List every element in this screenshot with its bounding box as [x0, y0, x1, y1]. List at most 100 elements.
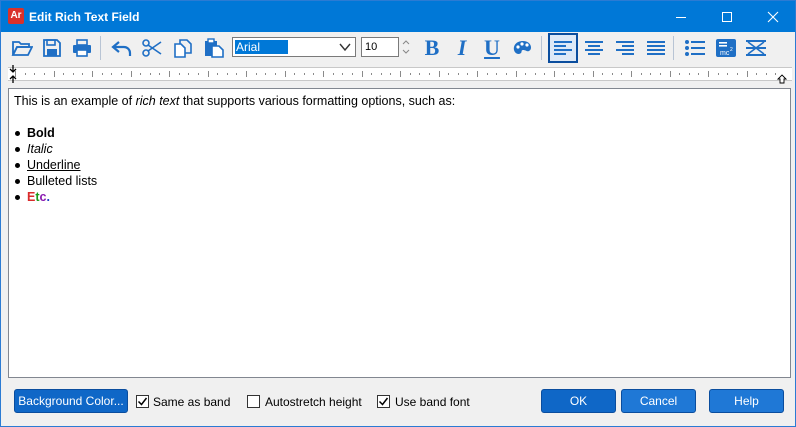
use-band-font-checkbox[interactable]: [377, 395, 390, 408]
bold-button[interactable]: B: [419, 35, 445, 61]
svg-text:mc: mc: [720, 50, 730, 57]
underline-button[interactable]: U: [479, 35, 505, 61]
print-button[interactable]: [69, 35, 95, 61]
insert-formula-icon: mc 2: [716, 39, 736, 57]
ruler-minor-tick: [688, 73, 690, 75]
copy-icon: [174, 39, 192, 58]
maximize-button[interactable]: [704, 1, 750, 32]
app-logo-icon: Ar: [8, 8, 24, 24]
open-folder-icon: [11, 41, 33, 56]
ruler-minor-tick: [351, 73, 353, 75]
strikethrough-icon: [746, 40, 766, 56]
ruler-minor-tick: [111, 73, 113, 75]
ruler-tick: [708, 71, 709, 77]
chevron-down-icon[interactable]: [338, 41, 352, 53]
print-icon: [73, 39, 91, 57]
ruler-minor-tick: [274, 73, 276, 75]
ruler-tick: [323, 71, 324, 77]
ruler-minor-tick: [178, 73, 180, 75]
ruler-minor-tick: [525, 73, 527, 75]
ruler-minor-tick: [428, 73, 430, 75]
align-left-button[interactable]: [548, 33, 578, 63]
open-button[interactable]: [9, 35, 35, 61]
bullet-list-button[interactable]: [682, 35, 708, 61]
font-name-combobox[interactable]: Arial: [232, 37, 356, 57]
ruler-tick: [554, 71, 555, 77]
ruler-minor-tick: [188, 73, 190, 75]
ruler-minor-tick: [43, 73, 45, 75]
same-as-band-checkbox[interactable]: [136, 395, 149, 408]
align-right-icon: [616, 41, 634, 55]
ruler-tick: [246, 71, 247, 77]
minimize-icon: [676, 16, 686, 18]
ruler-tick: [669, 71, 671, 77]
list-item-underline: Underline: [14, 157, 785, 173]
paste-button[interactable]: [201, 35, 227, 61]
checkmark-icon: [378, 397, 389, 406]
first-line-indent-marker-icon[interactable]: [8, 63, 18, 85]
font-size-spinner[interactable]: [400, 37, 412, 57]
toolbar-separator: [100, 36, 101, 60]
intro-text-before: This is an example of: [14, 94, 136, 108]
ruler-minor-tick: [120, 73, 122, 75]
use-band-font-label[interactable]: Use band font: [395, 395, 470, 409]
ruler-minor-tick: [448, 73, 450, 75]
align-right-button[interactable]: [612, 35, 638, 61]
ruler-minor-tick: [679, 73, 681, 75]
toolbar-separator: [673, 36, 674, 60]
rich-text-editor[interactable]: This is an example of rich text that sup…: [8, 88, 791, 378]
ruler-minor-tick: [313, 73, 315, 75]
text-color-button[interactable]: [510, 35, 536, 61]
ruler-minor-tick: [236, 73, 238, 75]
help-button[interactable]: Help: [709, 389, 784, 413]
copy-button[interactable]: [170, 35, 196, 61]
ruler-minor-tick: [486, 73, 488, 75]
cancel-button[interactable]: Cancel: [621, 389, 696, 413]
ruler-minor-tick: [534, 73, 536, 75]
ok-button[interactable]: OK: [541, 389, 616, 413]
ruler-tick: [53, 71, 55, 77]
align-left-icon: [554, 41, 572, 55]
ruler-minor-tick: [544, 73, 546, 75]
background-color-button[interactable]: Background Color...: [14, 389, 128, 413]
autostretch-height-checkbox[interactable]: [247, 395, 260, 408]
ruler-minor-tick: [563, 73, 565, 75]
ruler-tick: [515, 71, 517, 77]
ruler-minor-tick: [659, 73, 661, 75]
italic-sample: Italic: [27, 142, 53, 156]
ruler-tick: [477, 71, 478, 77]
ruler-minor-tick: [736, 73, 738, 75]
spin-up-down-icon[interactable]: [400, 37, 412, 57]
save-icon: [43, 39, 61, 57]
font-size-field[interactable]: 10: [361, 37, 399, 57]
ruler-minor-tick: [217, 73, 219, 75]
undo-button[interactable]: [109, 35, 135, 61]
ruler-minor-tick: [650, 73, 652, 75]
ruler-minor-tick: [226, 73, 228, 75]
align-center-button[interactable]: [581, 35, 607, 61]
ruler-minor-tick: [72, 73, 74, 75]
right-indent-marker-icon[interactable]: [777, 74, 787, 84]
minimize-button[interactable]: [658, 1, 704, 32]
ruler-minor-tick: [611, 73, 613, 75]
save-button[interactable]: [39, 35, 65, 61]
ruler-tick: [592, 71, 594, 77]
ruler-minor-tick: [698, 73, 700, 75]
ruler-minor-tick: [24, 73, 26, 75]
insert-formula-button[interactable]: mc 2: [713, 35, 739, 61]
ruler: [8, 63, 792, 85]
ruler-minor-tick: [409, 73, 411, 75]
close-button[interactable]: [750, 1, 796, 32]
ruler-minor-tick: [371, 73, 373, 75]
strikethrough-button[interactable]: [743, 35, 769, 61]
ruler-minor-tick: [640, 73, 642, 75]
justify-button[interactable]: [643, 35, 669, 61]
ruler-minor-tick: [621, 73, 623, 75]
font-name-value: Arial: [235, 40, 288, 54]
cut-button[interactable]: [139, 35, 165, 61]
same-as-band-label[interactable]: Same as band: [153, 395, 230, 409]
intro-paragraph: This is an example of rich text that sup…: [14, 93, 785, 109]
autostretch-height-label[interactable]: Autostretch height: [265, 395, 362, 409]
italic-button[interactable]: I: [449, 35, 475, 61]
intro-text-italic: rich text: [135, 94, 180, 108]
